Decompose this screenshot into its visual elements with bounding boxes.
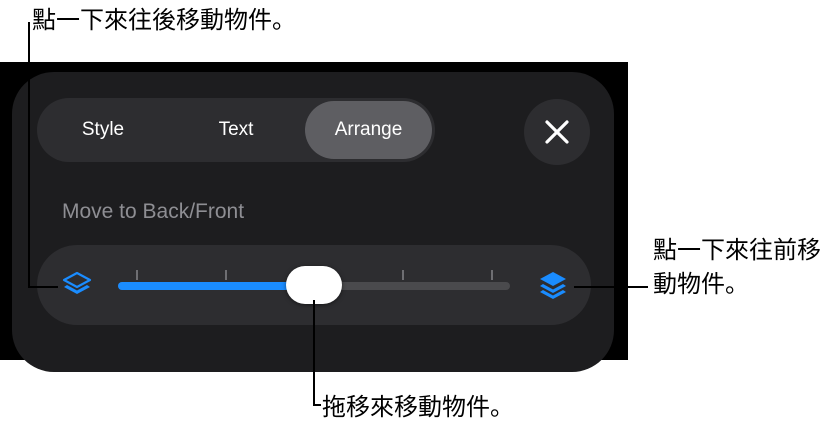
callout-move-front: 點一下來往前移動物件。 [653,236,821,298]
callout-line-drag [313,300,315,406]
slider-tick [136,270,138,280]
tab-arrange[interactable]: Arrange [305,101,432,159]
slider-tick [491,270,493,280]
close-button[interactable] [524,99,590,165]
callout-line-drag-tail [313,404,321,406]
tab-bar: Style Text Arrange [37,98,435,162]
tab-style[interactable]: Style [49,101,157,159]
slider-tick [402,270,404,280]
section-label: Move to Back/Front [62,200,245,223]
layers-back-icon [62,271,92,294]
tab-text[interactable]: Text [182,101,290,159]
callout-move-back: 點一下來往後移動物件。 [32,6,296,34]
move-front-button[interactable] [536,268,570,302]
callout-line-front [574,286,648,288]
callout-line-back [28,22,30,288]
layers-front-icon [540,272,566,299]
callout-line-back-tail [28,286,58,288]
slider-fill [118,282,314,290]
close-icon [545,120,569,144]
slider-thumb[interactable] [286,266,342,304]
tab-style-label: Style [81,119,125,140]
tab-text-label: Text [218,119,254,140]
move-back-button[interactable] [60,268,94,302]
callout-drag: 拖移來移動物件。 [322,393,514,421]
tab-arrange-label: Arrange [334,119,403,140]
slider-tick [225,270,227,280]
